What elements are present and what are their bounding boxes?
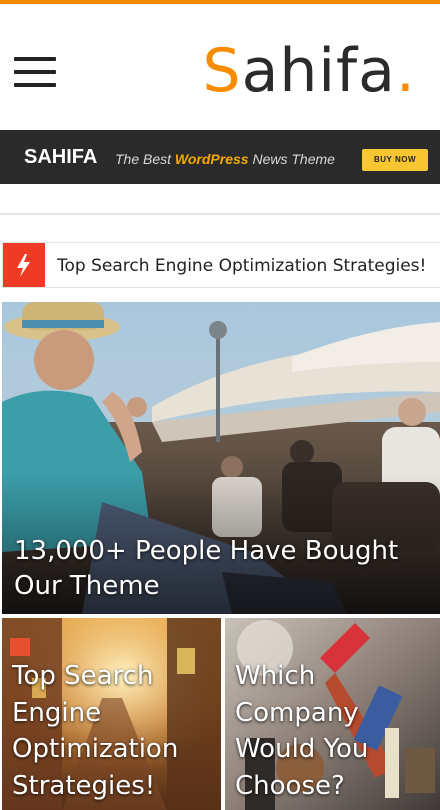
tagline-highlight: WordPress xyxy=(174,151,249,167)
tagline-start: The Best xyxy=(115,151,172,167)
banner-brand: SAHIFA xyxy=(24,146,98,168)
buy-now-button[interactable]: BUY NOW xyxy=(362,149,428,171)
site-logo[interactable]: Sahifa. xyxy=(202,36,416,106)
post-card[interactable]: Top Search Engine Optimization Strategie… xyxy=(2,618,221,810)
section-divider xyxy=(0,213,440,215)
post-card-title[interactable]: Which Company Would You Choose? xyxy=(235,658,440,804)
breaking-news-ticker[interactable]: Top Search Engine Optimization Strategie… xyxy=(2,242,440,288)
ticker-headline[interactable]: Top Search Engine Optimization Strategie… xyxy=(57,255,426,277)
promo-banner[interactable]: SAHIFA The Best WordPress News Theme BUY… xyxy=(0,130,440,184)
post-card-title[interactable]: Top Search Engine Optimization Strategie… xyxy=(12,658,217,804)
post-card[interactable]: Which Company Would You Choose? xyxy=(225,618,440,810)
site-header: Sahifa. xyxy=(0,4,440,130)
tagline-end: News Theme xyxy=(252,151,335,167)
featured-post-title[interactable]: 13,000+ People Have Bought Our Theme xyxy=(14,534,414,604)
banner-tagline: The Best WordPress News Theme xyxy=(115,150,335,168)
logo-dot: . xyxy=(395,36,416,106)
lightning-icon xyxy=(3,243,45,287)
logo-text: ahifa xyxy=(241,36,396,106)
logo-letter: S xyxy=(202,36,242,106)
menu-icon[interactable] xyxy=(14,55,56,89)
featured-post[interactable]: 13,000+ People Have Bought Our Theme xyxy=(2,302,440,614)
